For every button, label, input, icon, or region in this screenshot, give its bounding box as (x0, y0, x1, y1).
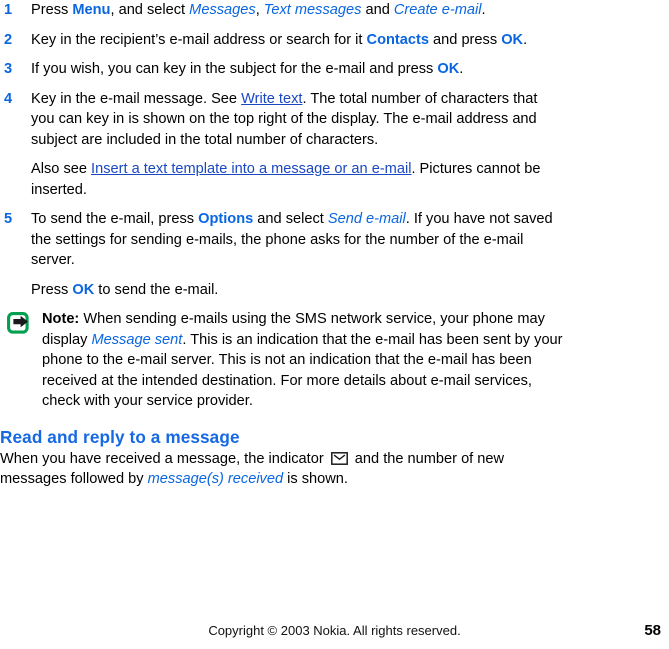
text-run: . (481, 2, 486, 18)
note-arrow-icon (7, 312, 34, 337)
section-heading: Read and reply to a message (0, 426, 240, 447)
ui-item-send-email: Send e-mail (327, 211, 406, 227)
step-text: Press Menu, and select Messages, Text me… (31, 2, 486, 18)
step-number: 3 (4, 61, 13, 77)
step-text: Key in the recipient’s e-mail address or… (31, 32, 527, 48)
step-item: 1 Press Menu, and select Messages, Text … (0, 0, 669, 21)
ui-item-messages-received: message(s) received (147, 471, 284, 487)
note-label: Note: (42, 311, 80, 327)
page-number: 58 (644, 622, 661, 639)
text-run: and select (253, 211, 328, 227)
text-run: Key in the e-mail message. See (31, 90, 242, 107)
text-run: and (361, 2, 394, 18)
ui-key-ok: OK (72, 281, 95, 298)
page-footer: Copyright © 2003 Nokia. All rights reser… (0, 621, 669, 641)
text-run: , (255, 2, 264, 18)
step-sub-paragraph: Press OK to send the e-mail. (0, 280, 669, 301)
note-text: Note: When sending e-mails using the SMS… (42, 311, 563, 409)
section-body: When you have received a message, the in… (0, 449, 669, 490)
ui-key-menu: Menu (72, 2, 111, 18)
ui-item-create-email: Create e-mail (393, 2, 482, 18)
text-run: . (523, 31, 528, 48)
step-text: Key in the e-mail message. See Write tex… (31, 91, 537, 148)
step-item: 2 Key in the recipient’s e-mail address … (0, 30, 669, 51)
ui-item-message-sent: Message sent (91, 331, 183, 348)
text-run: When you have received a message, the in… (0, 450, 328, 467)
text-run: Press (31, 281, 73, 298)
text-run: Key in the recipient’s e-mail address or… (31, 31, 367, 48)
text-run: If you wish, you can key in the subject … (31, 61, 438, 77)
text-run: to send the e-mail. (94, 281, 219, 298)
step-number: 5 (4, 211, 13, 227)
step-number: 1 (4, 2, 13, 18)
text-run: . (459, 61, 464, 77)
link-insert-text-template[interactable]: Insert a text template into a message or… (91, 161, 411, 177)
page-content: 1 Press Menu, and select Messages, Text … (0, 0, 669, 490)
ui-key-ok: OK (501, 31, 524, 48)
text-run: , and select (110, 2, 190, 18)
step-number: 2 (4, 31, 13, 48)
note-block: Note: When sending e-mails using the SMS… (0, 309, 669, 412)
step-text: If you wish, you can key in the subject … (31, 61, 463, 77)
step-text: To send the e-mail, press Options and se… (31, 211, 553, 268)
ui-key-ok: OK (437, 61, 460, 77)
link-write-text[interactable]: Write text (241, 91, 302, 107)
text-run: To send the e-mail, press (31, 211, 199, 227)
text-run: Press (31, 2, 73, 18)
step-item: 4 Key in the e-mail message. See Write t… (0, 89, 669, 151)
text-run: is shown. (283, 471, 348, 487)
text-run: Also see (31, 161, 92, 177)
ui-key-options: Options (198, 211, 254, 227)
step-number: 4 (4, 90, 13, 107)
copyright-notice: Copyright © 2003 Nokia. All rights reser… (208, 623, 461, 638)
ui-item-messages: Messages (189, 2, 256, 18)
ui-key-contacts: Contacts (366, 31, 429, 48)
ui-item-text-messages: Text messages (263, 2, 362, 18)
envelope-icon (330, 451, 348, 465)
text-run: and press (428, 31, 502, 48)
manual-page: 1 Press Menu, and select Messages, Text … (0, 0, 669, 649)
step-sub-paragraph: Also see Insert a text template into a m… (0, 159, 669, 200)
step-item: 5 To send the e-mail, press Options and … (0, 209, 669, 271)
step-item: 3 If you wish, you can key in the subjec… (0, 59, 669, 80)
